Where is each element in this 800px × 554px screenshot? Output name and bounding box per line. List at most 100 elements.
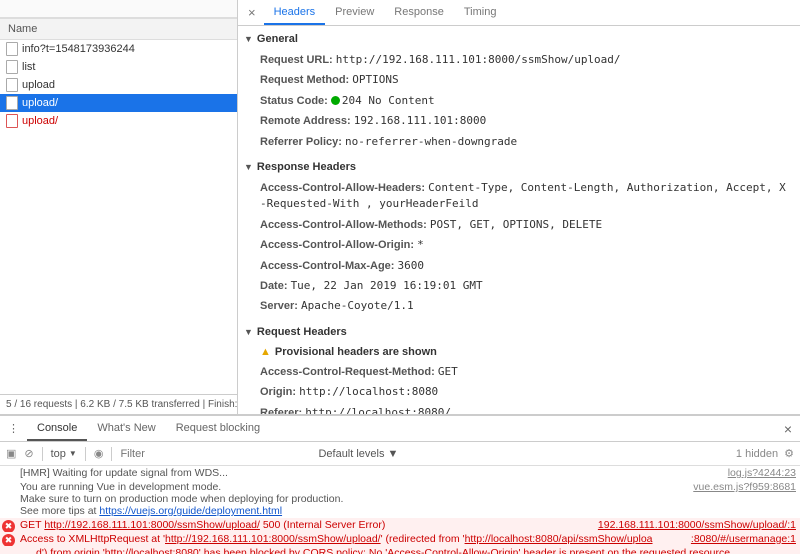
console-toolbar: ▣ ⊘ top ▼ ◉ Default levels ▼ 1 hidden ⚙ [0,442,800,466]
header-row: Referrer Policy: no-referrer-when-downgr… [260,132,786,152]
tri-down-icon: ▼ [244,34,253,44]
detail-tab-response[interactable]: Response [384,1,454,25]
console-drawer: ⋮ ConsoleWhat's NewRequest blocking × ▣ … [0,415,800,554]
request-status-bar: 5 / 16 requests | 6.2 KB / 7.5 KB transf… [0,394,237,414]
filter-input[interactable] [120,448,240,460]
header-value: http://192.168.111.101:8000/ssmShow/uplo… [336,53,621,66]
header-key: Access-Control-Allow-Origin: [260,239,417,251]
console-log-row: You are running Vue in development mode.… [0,480,800,518]
cors-link[interactable]: http://192.168.111.101:8000/ssmShow/uplo… [165,533,381,545]
header-key: Referer: [260,407,305,414]
console-source-link[interactable]: log.js?4244:23 [720,467,796,479]
header-row: Status Code: 204 No Content [260,91,786,111]
file-icon [6,78,18,92]
header-key: Access-Control-Allow-Methods: [260,219,430,231]
header-value: Apache-Coyote/1.1 [301,299,414,312]
header-key: Date: [260,280,291,292]
header-key: Origin: [260,386,299,398]
network-request-list-panel: Name info?t=1548173936244 list upload uploa… [0,0,238,414]
header-value: * [417,238,424,251]
request-item[interactable]: upload/ [0,112,237,130]
close-drawer-icon[interactable]: × [776,421,800,437]
section-request-headers[interactable]: ▼Request Headers [238,323,800,341]
request-item-label: info?t=1548173936244 [22,43,135,55]
header-value: 204 No Content [331,94,435,107]
request-list: info?t=1548173936244 list upload upload/upl… [0,40,237,394]
header-row: Request Method: OPTIONS [260,70,786,90]
hidden-count[interactable]: 1 hidden [736,448,778,460]
header-value: Tue, 22 Jan 2019 16:19:01 GMT [291,279,483,292]
header-key: Access-Control-Allow-Headers: [260,182,428,194]
eye-icon[interactable]: ◉ [94,447,104,460]
detail-tabs: × HeadersPreviewResponseTiming [238,0,800,26]
provisional-warning: Provisional headers are shown [275,346,437,358]
cors-link[interactable]: http://localhost:8080/api/ssmShow/uploa [465,533,653,545]
header-key: Access-Control-Request-Method: [260,366,438,378]
console-link[interactable]: http://192.168.111.101:8000/ssmShow/uplo… [44,519,260,531]
header-row: Request URL: http://192.168.111.101:8000… [260,50,786,70]
file-icon [6,96,18,110]
header-key: Referrer Policy: [260,136,345,148]
gear-icon[interactable]: ⚙ [784,447,794,460]
header-row: Referer: http://localhost:8080/ [260,403,786,414]
file-icon [6,114,18,128]
header-key: Request Method: [260,74,352,86]
section-response-headers[interactable]: ▼Response Headers [238,158,800,176]
clear-console-icon[interactable]: ⊘ [24,447,33,460]
header-row: Access-Control-Request-Method: GET [260,362,786,382]
header-value: OPTIONS [352,73,398,86]
detail-tab-timing[interactable]: Timing [454,1,507,25]
section-general[interactable]: ▼General [238,30,800,48]
request-item[interactable]: list [0,58,237,76]
header-row: Access-Control-Allow-Origin: * [260,235,786,255]
tri-down-icon: ▼ [244,162,253,172]
more-icon[interactable]: ⋮ [0,422,27,435]
console-error-row: ✖GET http://192.168.111.101:8000/ssmShow… [0,518,800,532]
header-key: Remote Address: [260,115,354,127]
request-item[interactable]: upload/ [0,94,237,112]
header-value: GET [438,365,458,378]
context-selector[interactable]: top ▼ [51,448,77,460]
levels-selector[interactable]: Default levels ▼ [318,448,398,460]
file-icon [6,42,18,56]
console-link[interactable]: https://vuejs.org/guide/deployment.html [99,505,282,517]
request-item-label: upload/ [22,97,58,109]
console-tab[interactable]: What's New [87,417,165,441]
detail-tab-headers[interactable]: Headers [264,1,326,25]
sidebar-toggle-icon[interactable]: ▣ [6,447,16,460]
header-row: Access-Control-Allow-Headers: Content-Ty… [260,178,786,215]
header-value: http://localhost:8080/ [305,406,451,414]
close-detail-icon[interactable]: × [242,5,262,20]
console-source-link[interactable]: vue.esm.js?f959:8681 [685,481,796,517]
request-item-label: list [22,61,35,73]
console-source-link[interactable]: 192.168.111.101:8000/ssmShow/upload/:1 [590,519,796,531]
header-key: Status Code: [260,95,331,107]
console-message: You are running Vue in development mode.… [20,481,685,517]
console-output: [HMR] Waiting for update signal from WDS… [0,466,800,554]
console-tab[interactable]: Console [27,417,87,441]
request-item-label: upload/ [22,115,58,127]
console-tabs: ⋮ ConsoleWhat's NewRequest blocking × [0,416,800,442]
request-item[interactable]: upload [0,76,237,94]
file-icon [6,60,18,74]
console-message: [HMR] Waiting for update signal from WDS… [20,467,720,479]
console-message: GET http://192.168.111.101:8000/ssmShow/… [20,519,590,531]
panel-top-strip [0,0,237,18]
console-tab[interactable]: Request blocking [166,417,270,441]
header-key: Access-Control-Max-Age: [260,260,398,272]
warning-icon: ▲ [260,346,271,358]
console-log-row: [HMR] Waiting for update signal from WDS… [0,466,800,480]
request-item-label: upload [22,79,55,91]
header-row: Server: Apache-Coyote/1.1 [260,296,786,316]
cors-link[interactable]: http://localhost:8080 [105,547,199,554]
header-value: no-referrer-when-downgrade [345,135,517,148]
request-item[interactable]: info?t=1548173936244 [0,40,237,58]
detail-tab-preview[interactable]: Preview [325,1,384,25]
console-source-link[interactable]: :8080/#/usermanage:1 [683,533,796,545]
detail-body: ▼General Request URL: http://192.168.111… [238,26,800,414]
console-message: Access to XMLHttpRequest at 'http://192.… [20,533,683,545]
header-key: Server: [260,300,301,312]
header-value: 192.168.111.101:8000 [354,114,486,127]
name-column-header[interactable]: Name [0,18,237,40]
header-value: http://localhost:8080 [299,385,438,398]
